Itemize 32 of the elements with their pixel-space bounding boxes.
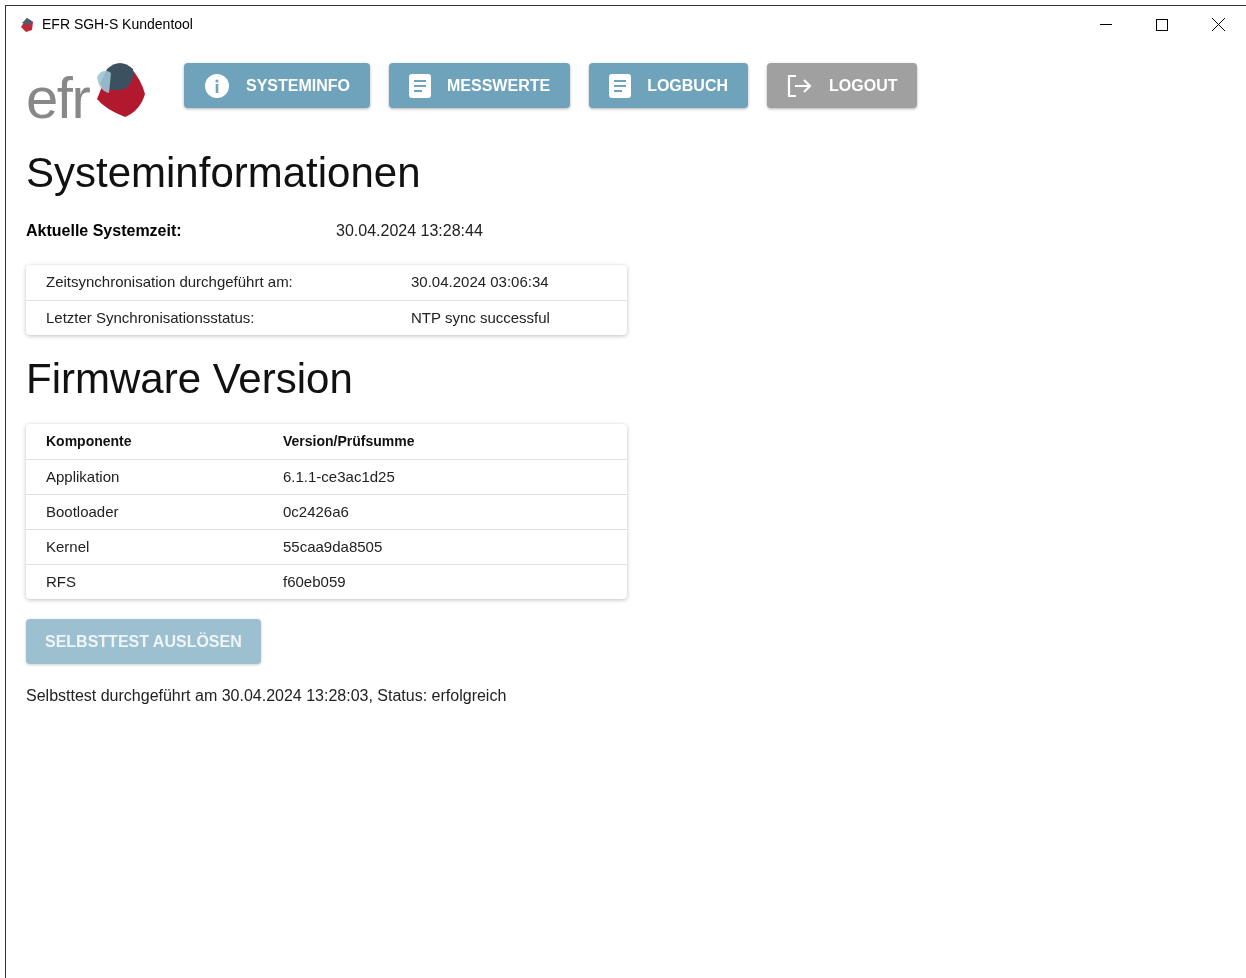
close-icon: [1211, 18, 1225, 31]
system-time-label: Aktuelle Systemzeit:: [26, 221, 183, 241]
window-title: EFR SGH-S Kundentool: [42, 15, 193, 34]
table-cell-text: 0c2426a6: [283, 501, 349, 522]
logo: efr: [26, 63, 166, 127]
table-cell-text: NTP sync successful: [411, 307, 550, 328]
nav-button[interactable]: SYSTEMINFO: [184, 63, 370, 108]
document-icon: [409, 73, 431, 98]
nav-button[interactable]: MESSWERTE: [389, 63, 571, 108]
table-cell-text: RFS: [46, 571, 77, 592]
maximize-icon: [1156, 18, 1168, 31]
document-icon: [609, 73, 632, 98]
section-heading: Firmware Version: [26, 355, 354, 403]
minimize-icon: [1100, 24, 1112, 25]
table-cell-text: f60eb059: [283, 571, 346, 592]
table-cell-text: 6.1.1-ce3ac1d25: [283, 466, 395, 487]
column-header: Komponente: [46, 432, 133, 451]
table-cell-text: Kernel: [46, 536, 91, 557]
table-cell-text: 55caa9da8505: [283, 536, 383, 557]
table-cell-text: Zeitsynchronisation durchgeführt am:: [46, 272, 294, 293]
logout-icon: [787, 73, 814, 98]
section-heading: Systeminformationen: [26, 149, 422, 197]
table-cell-text: 30.04.2024 03:06:34: [411, 272, 549, 293]
nav-button[interactable]: LOGBUCH: [589, 63, 749, 108]
selftest-status: Selbsttest durchgeführt am 30.04.2024 13:28:03, Status: erfolgreich: [26, 686, 508, 706]
column-header: Version/Prüfsumme: [283, 432, 415, 451]
table-cell-text: Bootloader: [46, 501, 120, 522]
app-icon: [18, 15, 36, 34]
table-cell-text: Applikation: [46, 466, 121, 487]
table-cell-text: Letzter Synchronisationsstatus:: [46, 307, 256, 328]
info-icon: [204, 72, 230, 99]
system-time-value: 30.04.2024 13:28:44: [336, 221, 483, 241]
